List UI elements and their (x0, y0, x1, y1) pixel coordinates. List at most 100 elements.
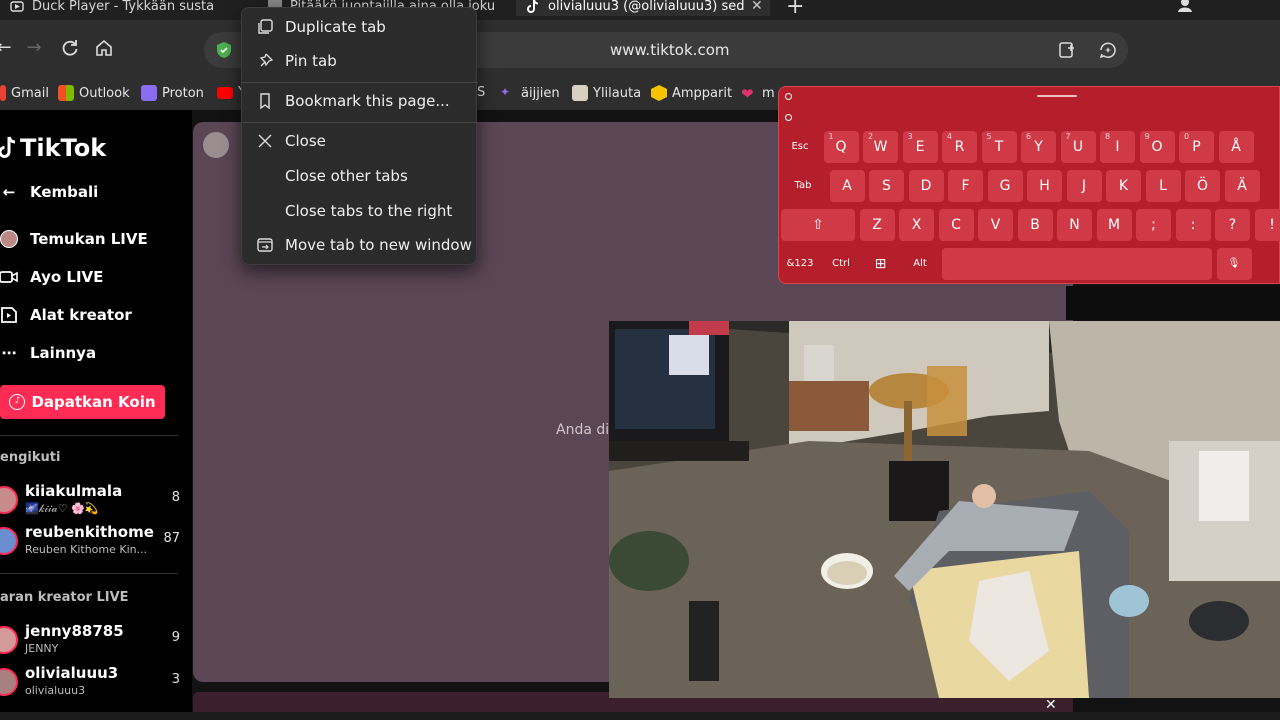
key-b[interactable]: B (1017, 209, 1053, 241)
bookmark-ylilauta[interactable]: Ylilauta (572, 85, 641, 101)
nav-go-live[interactable]: Ayo LIVE (0, 268, 103, 286)
following-item[interactable]: reubenkithome Reuben Kithome Kin... 87 (0, 523, 192, 561)
key-å[interactable]: Å (1218, 131, 1254, 163)
key-g[interactable]: G (987, 170, 1023, 202)
space-key[interactable] (942, 248, 1212, 280)
suggested-header: aran kreator LIVE (0, 590, 129, 605)
bookmark-proton[interactable]: Proton (141, 85, 204, 101)
key-a[interactable]: A (829, 170, 865, 202)
bookmark-s[interactable]: S (477, 85, 485, 100)
key-;[interactable]: ; (1136, 209, 1171, 241)
key-x[interactable]: X (899, 209, 934, 241)
key-p[interactable]: P0 (1179, 131, 1214, 163)
get-coins-button[interactable]: ♪ Dapatkan Koin (0, 385, 165, 419)
key-f[interactable]: F (948, 170, 983, 202)
emoji-icon[interactable] (785, 114, 792, 121)
reload-button[interactable] (60, 38, 80, 58)
key-n[interactable]: N (1057, 209, 1092, 241)
avatar-icon (0, 230, 18, 248)
tab-tiktok[interactable]: olivialuuu3 (@olivialuuu3) sed (516, 0, 770, 16)
key-h[interactable]: H (1027, 170, 1062, 202)
key-q[interactable]: Q1 (823, 131, 859, 163)
tab-duck-player[interactable]: Duck Player - Tykkään susta (0, 0, 250, 16)
nav-more[interactable]: ⋯ Lainnya (0, 344, 97, 362)
settings-icon[interactable] (785, 93, 792, 100)
ai-chat-icon[interactable] (1098, 40, 1118, 60)
key-d[interactable]: D (908, 170, 944, 202)
tab-title: Duck Player - Tykkään susta (32, 0, 215, 14)
bookmark-m[interactable]: ❤ m (741, 85, 775, 103)
menu-close[interactable]: Close (242, 126, 478, 158)
key-c[interactable]: C (938, 209, 974, 241)
streamer-avatar[interactable] (203, 132, 229, 158)
room-scene (609, 321, 1280, 698)
following-item[interactable]: kiiakulmala 🌌𝓀𝒾𝒾𝒶♡ 🌸💫 8 (0, 482, 192, 520)
key-alt-label: 6 (1026, 132, 1032, 141)
menu-pin-tab[interactable]: Pin tab (242, 46, 478, 78)
key-t[interactable]: T5 (981, 131, 1017, 163)
key-ctrl[interactable]: Ctrl (824, 248, 859, 280)
sparkle-icon: ✦ (500, 85, 511, 99)
suggested-item[interactable]: olivialuuu3 olivialuuu3 3 (0, 664, 192, 702)
menu-close-other-tabs[interactable]: Close other tabs (242, 161, 478, 193)
bookmark-aijjien[interactable]: ✦ äijjien (500, 85, 560, 101)
key-:[interactable]: : (1175, 209, 1211, 241)
shift-key[interactable]: ⇧ (781, 209, 855, 241)
suggested-item[interactable]: jenny88785 JENNY 9 (0, 622, 192, 660)
key-alt[interactable]: Alt (903, 248, 938, 280)
nav-discover-live[interactable]: Temukan LIVE (0, 230, 148, 248)
key-alt-label: 1 (828, 132, 834, 141)
add-bookmark-icon[interactable] (1057, 40, 1077, 60)
key-esc[interactable]: Esc (781, 131, 819, 163)
home-button[interactable] (94, 38, 114, 58)
pin-icon (256, 52, 274, 70)
key-r[interactable]: R4 (942, 131, 977, 163)
key-l[interactable]: L (1145, 170, 1181, 202)
new-tab-button[interactable]: + (786, 0, 804, 19)
nav-creator-tools[interactable]: Alat kreator (0, 306, 132, 324)
bookmark-ampparit[interactable]: Ampparit (651, 85, 732, 101)
menu-bookmark-page[interactable]: Bookmark this page... (242, 86, 478, 118)
key-k[interactable]: K (1106, 170, 1141, 202)
tab-strip: Duck Player - Tykkään susta Pitääkö juon… (0, 0, 1280, 20)
key-y[interactable]: Y6 (1021, 131, 1056, 163)
close-icon[interactable]: ✕ (1045, 697, 1057, 713)
key-tab[interactable]: Tab (781, 170, 825, 202)
key-o[interactable]: O9 (1139, 131, 1175, 163)
bookmark-gmail[interactable]: Gmail (0, 85, 49, 101)
bookmark-outlook[interactable]: Outlook (58, 85, 130, 101)
windows-key[interactable]: ⊞ (863, 248, 898, 280)
key-s[interactable]: S (869, 170, 904, 202)
menu-close-tabs-right[interactable]: Close tabs to the right (242, 196, 478, 228)
key-j[interactable]: J (1066, 170, 1102, 202)
key-i[interactable]: I8 (1100, 131, 1135, 163)
back-button[interactable]: ← (0, 38, 14, 58)
nav-back[interactable]: ← Kembali (0, 183, 99, 201)
key-e[interactable]: E3 (902, 131, 938, 163)
avatar (0, 626, 18, 654)
key-alt-label: 4 (947, 132, 953, 141)
key-w[interactable]: W2 (863, 131, 898, 163)
key-ä[interactable]: Ä (1224, 170, 1260, 202)
menu-duplicate-tab[interactable]: Duplicate tab (242, 12, 478, 44)
webcam-video[interactable] (609, 321, 1280, 698)
close-tab-icon[interactable]: ✕ (751, 0, 763, 14)
gmail-icon (0, 85, 6, 101)
mic-key[interactable]: 🎙 (1216, 248, 1252, 280)
key-?[interactable]: ? (1215, 209, 1250, 241)
profile-icon[interactable] (1177, 0, 1193, 12)
key-ö[interactable]: Ö (1185, 170, 1220, 202)
key-u[interactable]: U7 (1060, 131, 1096, 163)
drag-handle[interactable] (1037, 95, 1077, 97)
taskbar (0, 712, 1280, 720)
forward-button[interactable]: → (24, 38, 44, 58)
tiktok-logo[interactable]: TikTok (0, 134, 106, 162)
key-v[interactable]: V (978, 209, 1013, 241)
shield-icon[interactable] (214, 40, 234, 60)
key-z[interactable]: Z (859, 209, 895, 241)
key-m[interactable]: M (1096, 209, 1132, 241)
tab-context-menu: Duplicate tab Pin tab Bookmark this page… (241, 7, 478, 265)
key-&123[interactable]: &123 (781, 248, 819, 280)
menu-move-to-new-window[interactable]: Move tab to new window (242, 230, 478, 262)
key-![interactable]: ! (1254, 209, 1280, 241)
